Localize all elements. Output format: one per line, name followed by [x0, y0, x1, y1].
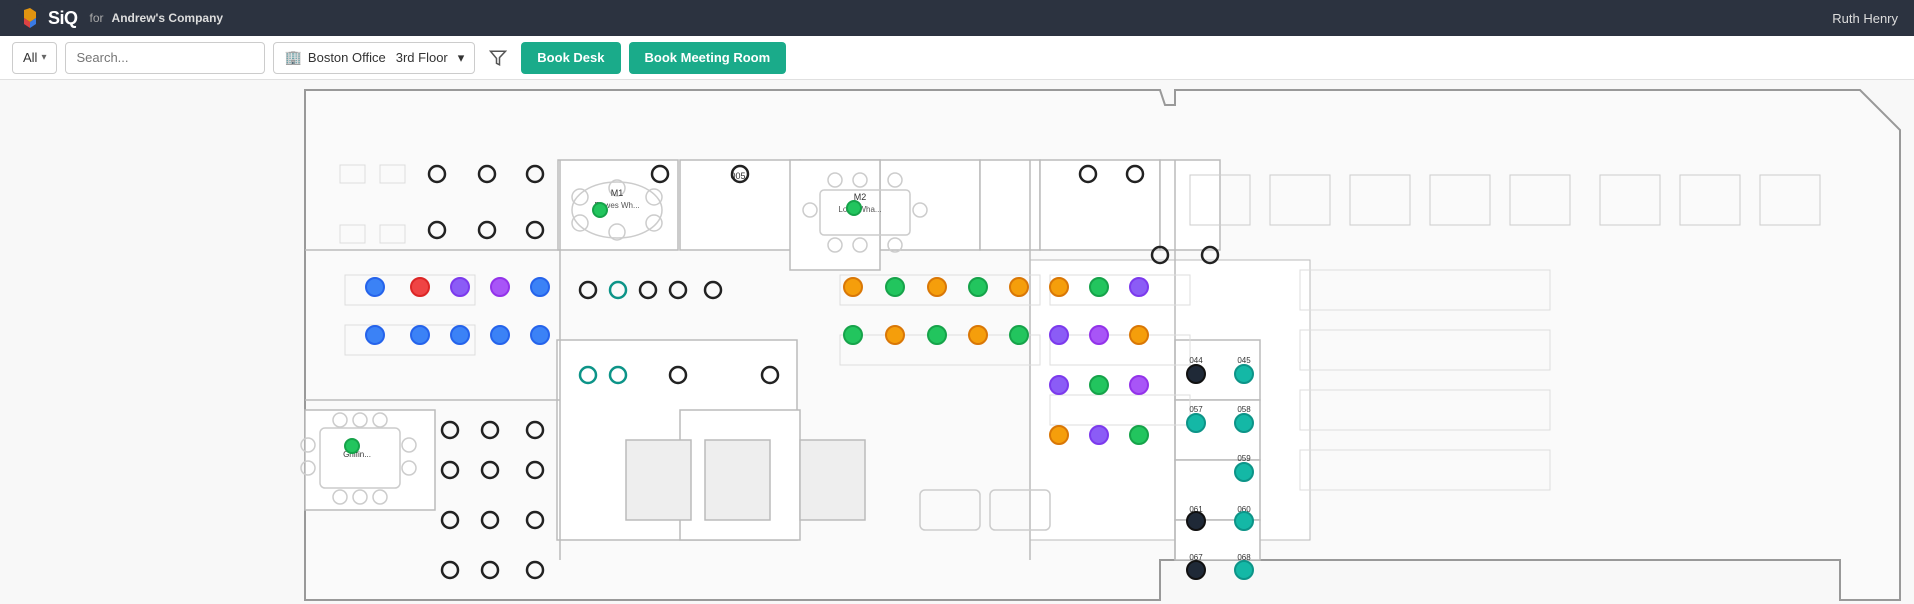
search-input[interactable] — [65, 42, 265, 74]
svg-text:M1: M1 — [611, 188, 624, 198]
book-desk-button[interactable]: Book Desk — [521, 42, 620, 74]
header-left: SiQ for Andrew's Company — [16, 4, 223, 32]
floor-plan-svg: M1 Rowes Wh... M2 Long Wha... 005 Griffi… — [0, 80, 1914, 604]
filter-funnel-icon — [489, 49, 507, 67]
svg-text:057: 057 — [1189, 405, 1203, 414]
svg-text:058: 058 — [1237, 405, 1251, 414]
building-icon: 🏢 — [284, 49, 301, 66]
toolbar: All ▾ 🏢 Boston Office 3rd Floor ▾ Book D… — [0, 36, 1914, 80]
logo-text: SiQ — [48, 8, 78, 29]
floor-text: 3rd Floor — [396, 50, 448, 65]
logo-icon — [16, 4, 44, 32]
location-arrow-icon: ▾ — [458, 50, 465, 66]
for-text: for — [90, 11, 104, 25]
filter-icon-button[interactable] — [483, 45, 513, 71]
location-text: Boston Office — [308, 50, 386, 65]
filter-arrow-icon: ▾ — [41, 52, 46, 63]
svg-text:044: 044 — [1189, 356, 1203, 365]
logo: SiQ — [16, 4, 78, 32]
header: SiQ for Andrew's Company Ruth Henry — [0, 0, 1914, 36]
svg-text:045: 045 — [1237, 356, 1251, 365]
floor-plan[interactable]: M1 Rowes Wh... M2 Long Wha... 005 Griffi… — [0, 80, 1914, 604]
filter-all-dropdown[interactable]: All ▾ — [12, 42, 57, 74]
svg-text:059: 059 — [1237, 454, 1251, 463]
location-selector[interactable]: 🏢 Boston Office 3rd Floor ▾ — [273, 42, 475, 74]
user-name: Ruth Henry — [1832, 11, 1898, 26]
company-name: Andrew's Company — [112, 11, 224, 25]
book-meeting-button[interactable]: Book Meeting Room — [629, 42, 787, 74]
filter-all-label: All — [23, 50, 37, 65]
